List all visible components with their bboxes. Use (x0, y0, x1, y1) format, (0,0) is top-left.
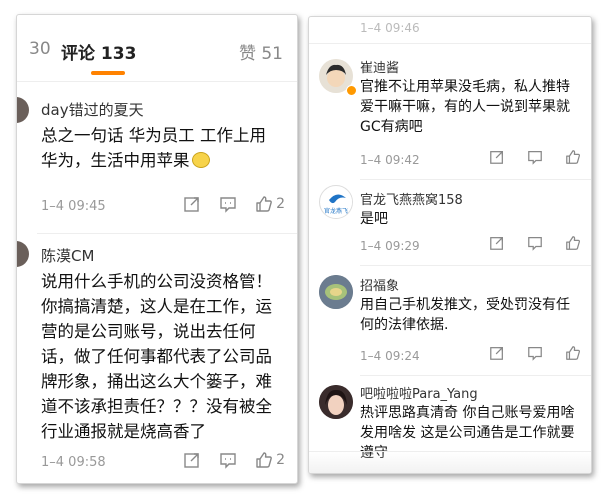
repost-icon (490, 237, 503, 250)
avatar-image (319, 385, 353, 419)
bottom-fade (309, 451, 591, 473)
like-button[interactable] (565, 235, 581, 251)
comment-button[interactable] (527, 235, 543, 251)
avatar[interactable] (319, 275, 353, 309)
avatar[interactable] (17, 241, 29, 267)
comment-author[interactable]: 吧啦啦啦Para_Yang (360, 383, 478, 402)
comment-author[interactable]: 崔迪酱 (360, 57, 399, 76)
comment-actions (489, 345, 581, 361)
divider (37, 233, 297, 234)
tab-likes[interactable]: 赞 51 (239, 39, 283, 64)
like-button[interactable] (565, 345, 581, 361)
divider (309, 43, 591, 44)
avatar[interactable]: 官龙燕飞 (319, 185, 353, 219)
tab-reposts[interactable]: 30 (29, 39, 51, 59)
repost-button[interactable] (183, 195, 201, 213)
like-count: 2 (276, 452, 285, 468)
like-icon (566, 236, 581, 250)
divider (360, 265, 591, 266)
repost-button[interactable] (489, 345, 505, 361)
comment-text: 用自己手机发推文，受处罚没有任何的法律依据. (360, 297, 570, 333)
comment-button[interactable] (219, 451, 237, 469)
comment-icon (528, 347, 542, 361)
logo-text: 官龙燕飞 (324, 208, 349, 215)
left-comment-panel: 30 评论 133 赞 51 day错过的夏天 总之一句话 华为员工 工作上用华… (16, 14, 298, 484)
comment-actions (489, 235, 581, 251)
like-count: 2 (276, 196, 285, 212)
comment-actions: 2 (183, 451, 285, 469)
comment-body: 总之一句话 华为员工 工作上用华为，生活中用苹果 (41, 126, 266, 170)
comment-time: 1–4 09:29 (360, 239, 420, 253)
like-icon (256, 452, 272, 468)
comment-button[interactable] (527, 345, 543, 361)
comment-text: 总之一句话 华为员工 工作上用华为，生活中用苹果 (41, 123, 281, 173)
comment-button[interactable] (527, 149, 543, 165)
like-button[interactable]: 2 (255, 195, 285, 213)
like-button[interactable] (565, 149, 581, 165)
like-icon (566, 150, 581, 164)
repost-icon (490, 347, 503, 360)
avatar-image (319, 275, 353, 309)
comment-actions: 2 (183, 195, 285, 213)
right-comment-panel: 1–4 09:46 崔迪酱 官推不让用苹果没毛病，私人推特爱干嘛干嘛，有的人一说… (308, 16, 592, 474)
comment-time: 1–4 09:24 (360, 349, 420, 363)
active-tab-indicator (91, 71, 125, 75)
comment-button[interactable] (219, 195, 237, 213)
comment-time: 1–4 09:46 (360, 21, 420, 35)
comment-time: 1–4 09:45 (41, 199, 106, 214)
comment-tabs: 30 评论 133 赞 51 (17, 15, 297, 82)
comment-icon (220, 197, 236, 213)
like-icon (566, 346, 581, 360)
comment-icon (220, 453, 236, 469)
divider (17, 81, 297, 82)
divider (360, 375, 591, 376)
comment-actions (489, 149, 581, 165)
repost-icon (184, 453, 199, 468)
comment-author[interactable]: 官龙飞燕燕窝158 (360, 189, 463, 208)
like-icon (256, 196, 272, 212)
divider (360, 179, 591, 180)
comment-author[interactable]: 陈漠CM (41, 245, 94, 266)
tab-comments[interactable]: 评论 133 (61, 39, 136, 64)
comment-time: 1–4 09:42 (360, 153, 420, 167)
avatar[interactable] (319, 385, 353, 419)
vip-badge-icon (346, 85, 357, 96)
comment-text: 说用什么手机的公司没资格管！你搞搞清楚，这人是在工作，运营的是公司账号，说出去任… (41, 272, 272, 441)
comment-icon (528, 151, 542, 165)
repost-icon (184, 197, 199, 212)
repost-button[interactable] (489, 149, 505, 165)
comment-text: 官推不让用苹果没毛病，私人推特爱干嘛干嘛，有的人一说到苹果就GC有病吧 (360, 79, 570, 135)
repost-icon (490, 151, 503, 164)
avatar[interactable] (17, 97, 29, 123)
like-button[interactable]: 2 (255, 451, 285, 469)
comment-time: 1–4 09:58 (41, 455, 106, 470)
comment-icon (528, 237, 542, 251)
repost-button[interactable] (183, 451, 201, 469)
repost-button[interactable] (489, 235, 505, 251)
emoji-glasses-icon (191, 152, 210, 168)
comment-author[interactable]: 招福象 (360, 275, 399, 294)
comment-text: 是吧 (360, 211, 388, 227)
comment-author[interactable]: day错过的夏天 (41, 99, 144, 120)
